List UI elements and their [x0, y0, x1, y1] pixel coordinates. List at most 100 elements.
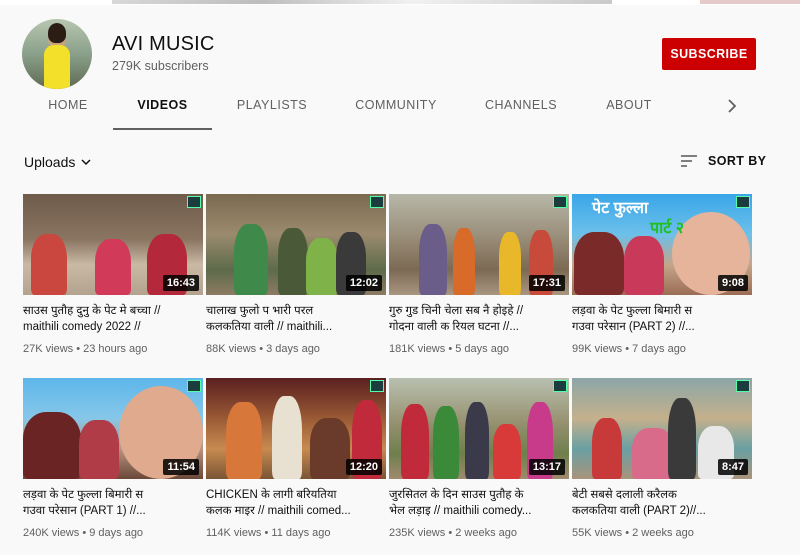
subscribe-button[interactable]: SUBSCRIBE — [662, 38, 756, 70]
video-card[interactable]: 13:17 जुरसितल के दिन साउस पुतौह के भेल ल… — [389, 378, 569, 539]
avatar-hair — [48, 23, 66, 43]
tab-videos[interactable]: VIDEOS — [113, 90, 212, 130]
video-card[interactable]: 12:02 चालाख फुलो प भारी परल कलकतिया वाली… — [206, 194, 386, 355]
thumb-figure — [493, 424, 521, 479]
thumb-figure — [433, 406, 459, 479]
video-title[interactable]: CHICKEN के लागी बरियतिया कलक माइर // mai… — [206, 487, 386, 519]
uploads-label: Uploads — [24, 154, 76, 170]
video-meta: 27K views • 23 hours ago — [23, 343, 148, 355]
chevron-down-icon — [81, 159, 91, 166]
uploads-dropdown[interactable]: Uploads — [24, 154, 93, 170]
video-thumbnail[interactable]: 8:47 — [572, 378, 752, 479]
thumb-figure — [499, 232, 521, 295]
video-title-line: जुरसितल के दिन साउस पुतौह के — [389, 489, 524, 501]
channel-watermark-icon — [370, 380, 384, 392]
video-age: 3 days ago — [266, 343, 320, 355]
thumb-figure — [226, 402, 262, 479]
video-meta: 55K views • 2 weeks ago — [572, 527, 694, 539]
channel-watermark-icon — [370, 196, 384, 208]
thumb-figure — [419, 224, 447, 295]
video-age: 7 days ago — [632, 343, 686, 355]
thumb-figure — [574, 232, 624, 295]
thumb-figure — [306, 238, 338, 295]
video-duration: 17:31 — [528, 275, 565, 291]
tab-home[interactable]: HOME — [30, 90, 106, 130]
channel-avatar[interactable] — [22, 19, 92, 89]
video-thumbnail[interactable]: पेट फुल्ला पार्ट २ 9:08 — [572, 194, 752, 295]
video-title[interactable]: बेटी सबसे दलाली करैलक कलकतिया वाली (PART… — [572, 487, 752, 519]
video-age: 2 weeks ago — [455, 527, 517, 539]
sort-by-button[interactable]: SORT BY — [680, 154, 766, 168]
video-title-line: कलकतिया वाली // maithili... — [206, 321, 333, 333]
thumb-figure — [234, 224, 268, 295]
video-thumbnail[interactable]: 17:31 — [389, 194, 569, 295]
channel-watermark-icon — [187, 196, 201, 208]
channel-watermark-icon — [553, 196, 567, 208]
tab-playlists[interactable]: PLAYLISTS — [228, 90, 316, 130]
tab-channels[interactable]: CHANNELS — [478, 90, 564, 130]
channel-watermark-icon — [187, 380, 201, 392]
video-meta: 235K views • 2 weeks ago — [389, 527, 517, 539]
tab-community[interactable]: COMMUNITY — [350, 90, 442, 130]
video-card[interactable]: 12:20 CHICKEN के लागी बरियतिया कलक माइर … — [206, 378, 386, 539]
video-title-line: गुरु गुड चिनी चेला सब नै होइहे // — [389, 305, 524, 317]
video-age: 5 days ago — [455, 343, 510, 355]
channel-name: AVI MUSIC — [112, 33, 215, 55]
video-thumbnail[interactable]: 12:20 — [206, 378, 386, 479]
video-title-line: बेटी सबसे दलाली करैलक — [572, 489, 677, 501]
sort-by-label: SORT BY — [708, 154, 767, 168]
video-card[interactable]: 8:47 बेटी सबसे दलाली करैलक कलकतिया वाली … — [572, 378, 752, 539]
video-title-line: कलकतिया वाली (PART 2)//... — [572, 505, 706, 517]
thumb-figure — [23, 412, 81, 479]
thumb-overlay-text: पेट फुल्ला — [592, 200, 649, 217]
chevron-right-icon[interactable] — [722, 96, 742, 116]
video-title[interactable]: चालाख फुलो प भारी परल कलकतिया वाली // ma… — [206, 303, 386, 335]
video-title-line: गउवा परेसान (PART 2) //... — [572, 321, 695, 333]
tab-about[interactable]: ABOUT — [598, 90, 660, 130]
video-views: 114K views — [206, 527, 262, 539]
subscriber-count: 279K subscribers — [112, 59, 209, 73]
video-title-line: गोदना वाली क रियल घटना //... — [389, 321, 519, 333]
video-views: 55K views — [572, 527, 623, 539]
video-duration: 12:20 — [345, 459, 382, 475]
video-thumbnail[interactable]: 11:54 — [23, 378, 203, 479]
channel-watermark-icon — [736, 196, 750, 208]
thumb-figure — [624, 236, 664, 295]
video-thumbnail[interactable]: 13:17 — [389, 378, 569, 479]
thumb-figure — [465, 402, 489, 479]
thumb-figure — [592, 418, 622, 479]
video-title-line: भेल लड़ाइ // maithili comedy... — [389, 505, 532, 517]
avatar-dress — [44, 45, 70, 89]
video-title[interactable]: साउस पुतौह दुनु के पेट मे बच्चा // maith… — [23, 303, 203, 335]
channel-watermark-icon — [553, 380, 567, 392]
video-meta: 99K views • 7 days ago — [572, 343, 686, 355]
video-duration: 9:08 — [717, 275, 748, 291]
video-duration: 16:43 — [162, 275, 199, 291]
video-title-line: लड़वा के पेट फुल्ला बिमारी स — [23, 489, 144, 501]
video-meta: 114K views • 11 days ago — [206, 527, 331, 539]
video-title[interactable]: गुरु गुड चिनी चेला सब नै होइहे // गोदना … — [389, 303, 569, 335]
video-meta: 240K views • 9 days ago — [23, 527, 144, 539]
channel-tabs: HOME VIDEOS PLAYLISTS COMMUNITY CHANNELS… — [0, 90, 800, 132]
video-title-line: चालाख फुलो प भारी परल — [206, 305, 314, 317]
thumb-figure — [401, 404, 429, 479]
video-card[interactable]: 16:43 साउस पुतौह दुनु के पेट मे बच्चा //… — [23, 194, 203, 355]
video-title-line: गउवा परेसान (PART 1) //... — [23, 505, 146, 517]
video-title[interactable]: लड़वा के पेट फुल्ला बिमारी स गउवा परेसान… — [572, 303, 752, 335]
video-age: 9 days ago — [89, 527, 144, 539]
video-card[interactable]: 17:31 गुरु गुड चिनी चेला सब नै होइहे // … — [389, 194, 569, 355]
video-duration: 8:47 — [717, 459, 748, 475]
video-thumbnail[interactable]: 12:02 — [206, 194, 386, 295]
video-title-line: कलक माइर // maithili comed... — [206, 505, 351, 517]
video-title[interactable]: लड़वा के पेट फुल्ला बिमारी स गउवा परेसान… — [23, 487, 203, 519]
video-thumbnail[interactable]: 16:43 — [23, 194, 203, 295]
banner-image-right — [700, 0, 800, 4]
video-title-line: CHICKEN के लागी बरियतिया — [206, 489, 337, 501]
thumb-figure — [272, 396, 302, 479]
video-title[interactable]: जुरसितल के दिन साउस पुतौह के भेल लड़ाइ /… — [389, 487, 569, 519]
video-views: 88K views — [206, 343, 257, 355]
video-card[interactable]: 11:54 लड़वा के पेट फुल्ला बिमारी स गउवा … — [23, 378, 203, 539]
video-card[interactable]: पेट फुल्ला पार्ट २ 9:08 लड़वा के पेट फुल… — [572, 194, 752, 355]
video-views: 99K views — [572, 343, 623, 355]
video-views: 240K views — [23, 527, 80, 539]
